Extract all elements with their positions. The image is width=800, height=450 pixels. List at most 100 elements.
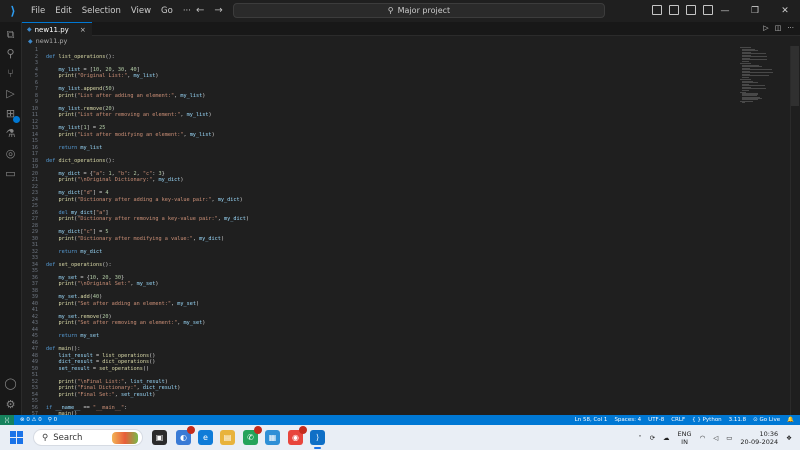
minimap-line xyxy=(742,61,749,62)
toggle-sidebar-icon[interactable] xyxy=(652,5,662,15)
close-button[interactable]: ✕ xyxy=(770,0,800,22)
tab-close-icon[interactable]: × xyxy=(80,26,86,34)
menu-selection[interactable]: Selection xyxy=(77,6,126,16)
breadcrumb: ◆ new11.py xyxy=(22,36,800,46)
menu-go[interactable]: Go xyxy=(156,6,178,16)
search-icon[interactable]: ⚲ xyxy=(4,47,17,60)
search-icon: ⚲ xyxy=(387,6,394,15)
python-file-icon: ◆ xyxy=(27,26,32,33)
minimap-line xyxy=(742,69,772,70)
volume-icon[interactable]: ◁ xyxy=(713,434,718,442)
run-file-icon[interactable]: ▷ xyxy=(763,24,768,32)
tab-new11-py[interactable]: ◆ new11.py × xyxy=(22,22,92,36)
layout-controls xyxy=(652,5,713,15)
system-tray: ˄ ⟳ ☁ ENG IN ◠ ◁ ▭ 10:36 20-09-2024 ❖ xyxy=(638,425,792,450)
chevron-up-icon[interactable]: ˄ xyxy=(638,434,641,442)
split-editor-icon[interactable]: ◫ xyxy=(775,24,782,32)
chrome-icon[interactable]: ◉ xyxy=(288,426,307,445)
tab-label: new11.py xyxy=(34,25,69,34)
ports-count[interactable]: ⚲ 0 xyxy=(48,417,57,423)
editor-actions: ▷ ◫ ··· xyxy=(763,24,794,32)
minimap-line xyxy=(742,72,773,73)
command-center-search[interactable]: ⚲ Major project xyxy=(233,3,605,18)
settings-gear-icon[interactable]: ⚙ xyxy=(4,398,17,411)
minimap-line xyxy=(742,56,767,57)
minimap[interactable] xyxy=(740,46,780,106)
workspace-name: Major project xyxy=(397,6,451,15)
activity-bar: ⧉ ⚲ ⑂ ▷ ⊞ ⚗ ◎ ▭ ◯ ⚙ xyxy=(0,22,22,415)
battery-icon[interactable]: ▭ xyxy=(726,434,732,442)
extensions-icon[interactable]: ⊞ xyxy=(4,107,20,123)
navigation-arrows: ← → xyxy=(196,5,223,16)
status-bar: ⟩⟨ ⊗ 0 ⚠ 0 ⚲ 0 Ln 58, Col 1 Spaces: 4 UT… xyxy=(0,415,800,425)
indentation[interactable]: Spaces: 4 xyxy=(614,417,641,423)
minimap-line xyxy=(742,50,758,51)
clock-date: 20-09-2024 xyxy=(740,437,779,446)
toggle-panel-icon[interactable] xyxy=(669,5,679,15)
search-icon: ⚲ xyxy=(42,432,49,443)
language-indicator[interactable]: ENG IN xyxy=(678,430,692,446)
minimap-line xyxy=(742,99,758,100)
notification-badge xyxy=(299,426,307,434)
line-ending[interactable]: CRLF xyxy=(671,417,685,423)
minimap-line xyxy=(742,75,769,76)
more-actions-icon[interactable]: ··· xyxy=(787,24,794,32)
menu-more[interactable]: ··· xyxy=(178,6,196,16)
back-arrow-icon[interactable]: ← xyxy=(196,5,204,16)
editor-scrollbar[interactable] xyxy=(790,46,800,415)
minimap-line xyxy=(742,85,765,86)
windows-start-icon[interactable] xyxy=(10,431,23,444)
run-debug-icon[interactable]: ▷ xyxy=(4,87,17,100)
breadcrumb-file[interactable]: new11.py xyxy=(36,37,68,45)
tab-bar: ◆ new11.py × ▷ ◫ ··· xyxy=(22,22,800,36)
explorer-icon[interactable]: ⧉ xyxy=(4,28,17,41)
menu-view[interactable]: View xyxy=(126,6,156,16)
clock[interactable]: 10:36 20-09-2024 xyxy=(740,430,778,446)
toggle-secondary-sidebar-icon[interactable] xyxy=(686,5,696,15)
code-editor[interactable]: 1 2 def list_operations(): 3 4 my_list = [10… xyxy=(22,46,800,417)
title-bar: ⟩ File Edit Selection View Go ··· ← → ⚲ … xyxy=(0,0,800,22)
cursor-position[interactable]: Ln 58, Col 1 xyxy=(575,417,608,423)
minimize-button[interactable]: — xyxy=(710,0,740,22)
sync-icon[interactable]: ⟳ xyxy=(650,434,655,442)
notifications-bell-icon[interactable]: 🔔 xyxy=(787,417,794,423)
problems-count[interactable]: ⊗ 0 ⚠ 0 xyxy=(20,417,42,423)
file-explorer-icon[interactable]: ▤ xyxy=(220,430,235,445)
maximize-button[interactable]: ❐ xyxy=(740,0,770,22)
notification-badge xyxy=(254,426,262,434)
copilot-icon[interactable]: ❖ xyxy=(786,434,792,442)
account-icon[interactable]: ◯ xyxy=(4,377,17,390)
lang-bottom: IN xyxy=(681,437,688,446)
remote-indicator[interactable]: ⟩⟨ xyxy=(0,415,14,425)
menu-edit[interactable]: Edit xyxy=(50,6,76,16)
minimap-line xyxy=(742,66,762,67)
vscode-taskbar-icon[interactable]: ⟩ xyxy=(310,430,325,449)
forward-arrow-icon[interactable]: → xyxy=(214,5,222,16)
encoding[interactable]: UTF-8 xyxy=(648,417,664,423)
minimap-line xyxy=(742,102,745,103)
minimap-line xyxy=(742,88,766,89)
whatsapp-icon[interactable]: ✆ xyxy=(243,426,262,445)
notepad-icon[interactable]: ▦ xyxy=(265,430,280,445)
minimap-line xyxy=(742,95,757,96)
task-view-icon[interactable]: ▣ xyxy=(152,430,167,445)
remote-explorer-icon[interactable]: ◎ xyxy=(4,147,17,160)
language-mode[interactable]: { } Python xyxy=(692,417,722,423)
chat-icon[interactable]: ▭ xyxy=(4,167,17,180)
cloud-icon[interactable]: ☁ xyxy=(663,434,670,442)
search-highlight-image xyxy=(112,432,138,444)
minimap-line xyxy=(742,59,767,60)
python-interpreter[interactable]: 3.11.8 xyxy=(729,417,747,423)
widget-app-icon[interactable]: ◐ xyxy=(176,426,195,445)
minimap-line xyxy=(742,77,749,78)
menu-file[interactable]: File xyxy=(26,6,50,16)
taskbar-search[interactable]: ⚲ Search xyxy=(33,429,143,446)
taskbar-search-placeholder: Search xyxy=(53,432,83,443)
wifi-icon[interactable]: ◠ xyxy=(700,434,706,442)
go-live-button[interactable]: ⊙ Go Live xyxy=(753,417,780,423)
scrollbar-thumb[interactable] xyxy=(791,46,799,106)
testing-icon[interactable]: ⚗ xyxy=(4,127,17,140)
source-control-icon[interactable]: ⑂ xyxy=(4,67,17,80)
minimap-line xyxy=(742,90,749,91)
edge-browser-icon[interactable]: e xyxy=(198,430,213,445)
